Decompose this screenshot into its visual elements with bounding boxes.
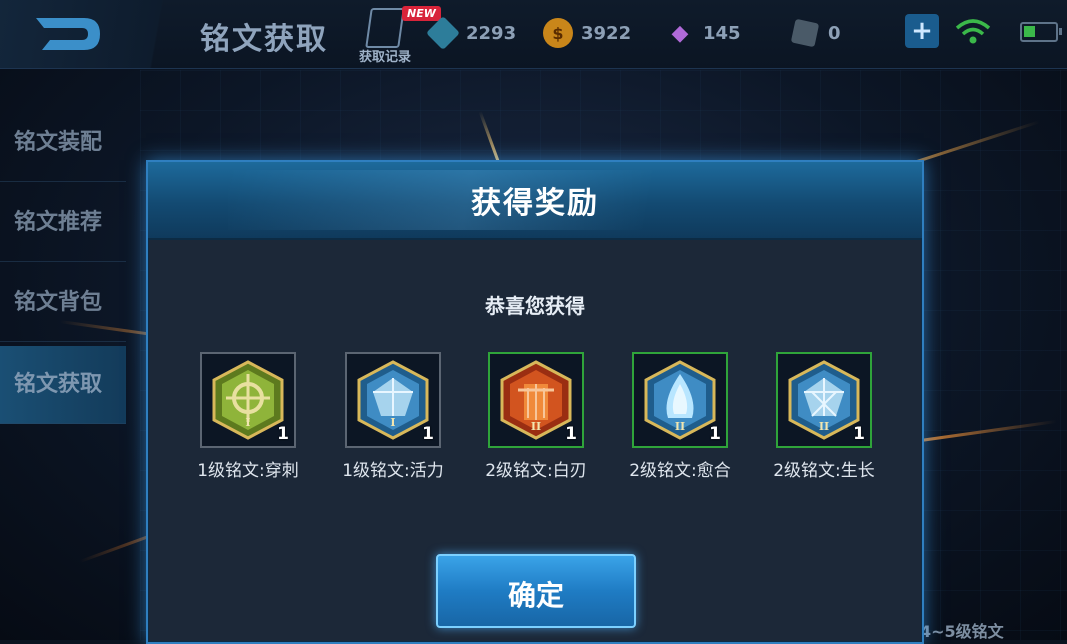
dialog-title: 获得奖励 — [471, 186, 599, 221]
currency-card: 0 — [790, 18, 841, 48]
currency-diamond-value: 145 — [703, 22, 741, 44]
reward-item[interactable]: I 1 1级铭文:活力 — [333, 352, 453, 481]
sidebar-item-label: 铭文背包 — [14, 290, 103, 315]
wifi-icon — [955, 19, 991, 44]
svg-text:II: II — [819, 420, 829, 433]
get-record-button[interactable]: NEW 获取记录 — [350, 4, 441, 66]
cube-icon — [426, 16, 460, 50]
coin-icon: $ — [543, 18, 573, 48]
currency-cube: 2293 — [426, 16, 517, 50]
reward-tile: II 1 — [776, 352, 872, 448]
reward-tile: I 1 — [345, 352, 441, 448]
reward-name: 1级铭文:活力 — [342, 461, 444, 481]
svg-text:II: II — [531, 420, 541, 433]
reward-count: 1 — [277, 424, 289, 444]
svg-text:I: I — [245, 416, 250, 429]
reward-item[interactable]: II 1 2级铭文:愈合 — [620, 352, 740, 481]
battery-icon — [1020, 22, 1062, 42]
reward-dialog: 获得奖励 恭喜您获得 I 1 1级铭文:穿刺 I 1 1级铭文:活力 II 1 … — [146, 160, 924, 644]
sidebar: 铭文装配 铭文推荐 铭文背包 铭文获取 — [0, 70, 126, 640]
currency-cube-value: 2293 — [466, 22, 517, 44]
dialog-header: 获得奖励 — [148, 162, 922, 240]
reward-name: 2级铭文:愈合 — [629, 461, 731, 481]
sidebar-item-label: 铭文获取 — [14, 372, 103, 397]
confirm-button-label: 确定 — [507, 579, 564, 612]
sidebar-item-equip[interactable]: 铭文装配 — [0, 104, 126, 182]
reward-item[interactable]: I 1 1级铭文:穿刺 — [188, 352, 308, 481]
reward-item[interactable]: II 1 2级铭文:生长 — [764, 352, 884, 481]
currency-diamond: ◆ 145 — [665, 18, 741, 48]
currency-card-value: 0 — [828, 22, 841, 44]
reward-name: 2级铭文:白刃 — [485, 461, 587, 481]
sidebar-item-label: 铭文装配 — [14, 130, 103, 155]
inscription-growth-icon: II — [788, 360, 860, 440]
recharge-plus-button[interactable]: + — [905, 14, 939, 48]
reward-count: 1 — [853, 424, 865, 444]
svg-text:II: II — [675, 420, 685, 433]
diamond-icon: ◆ — [671, 20, 689, 46]
reward-count: 1 — [709, 424, 721, 444]
reward-tile: II 1 — [632, 352, 728, 448]
reward-item[interactable]: II 1 2级铭文:白刃 — [476, 352, 596, 481]
reward-tile: II 1 — [488, 352, 584, 448]
currency-coin-value: 3922 — [581, 22, 632, 44]
background-level-label: 4~5级铭文 — [920, 622, 1004, 641]
reward-name: 2级铭文:生长 — [773, 461, 875, 481]
sidebar-item-label: 铭文推荐 — [14, 210, 103, 235]
svg-text:I: I — [390, 416, 395, 429]
confirm-button[interactable]: 确定 — [436, 554, 636, 628]
back-arrow-icon — [36, 18, 100, 50]
reward-count: 1 — [422, 424, 434, 444]
dialog-subtitle: 恭喜您获得 — [485, 294, 585, 318]
page-title: 铭文获取 — [200, 22, 328, 57]
reward-tile: I 1 — [200, 352, 296, 448]
battery-fill — [1024, 26, 1035, 37]
reward-count: 1 — [565, 424, 577, 444]
inscription-vitality-icon: I — [357, 360, 429, 440]
inscription-pierce-icon: I — [212, 360, 284, 440]
sidebar-item-recommend[interactable]: 铭文推荐 — [0, 184, 126, 262]
reward-name: 1级铭文:穿刺 — [197, 461, 299, 481]
inscription-blade-icon: II — [500, 360, 572, 440]
record-label: 获取记录 — [358, 50, 411, 65]
sidebar-item-bag[interactable]: 铭文背包 — [0, 264, 126, 342]
top-bar: 铭文获取 NEW 获取记录 2293 $ 3922 ◆ 145 0 + — [0, 0, 1067, 69]
inscription-heal-icon: II — [644, 360, 716, 440]
card-icon — [790, 18, 820, 48]
back-button[interactable] — [0, 0, 190, 68]
record-book-icon — [365, 8, 405, 48]
currency-coin: $ 3922 — [543, 18, 631, 48]
sidebar-item-obtain[interactable]: 铭文获取 — [0, 346, 126, 424]
